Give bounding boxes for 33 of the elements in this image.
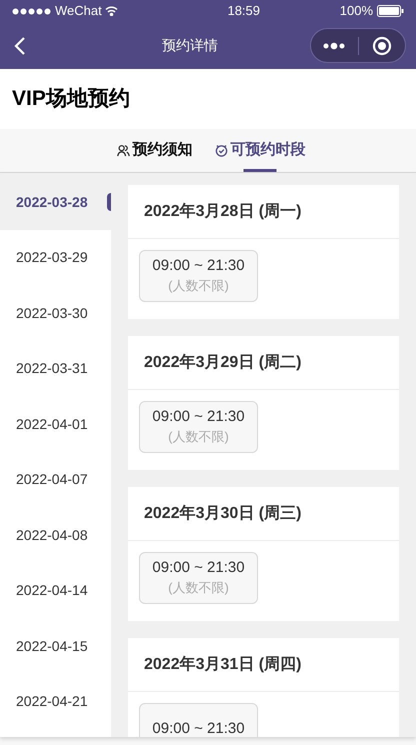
day-heading: 2022年3月30日 (周三) <box>144 504 302 524</box>
signal-icon <box>12 8 52 14</box>
date-item[interactable]: 2022-03-31 <box>0 341 111 396</box>
time-slot[interactable]: 09:00 ~ 21:30 (人数不限) <box>139 552 258 604</box>
tab[interactable]: 可预约时段 <box>214 129 306 172</box>
tab[interactable]: 预约须知 <box>116 129 192 172</box>
clock-time: 18:59 <box>227 2 260 20</box>
carrier-name: WeChat <box>55 2 102 20</box>
time-slot[interactable]: 09:00 ~ 21:30 (人数不限) <box>139 250 258 302</box>
page-title: VIP场地预约 <box>12 86 130 112</box>
date-item[interactable]: 2022-03-28 <box>0 173 111 230</box>
day-heading: 2022年3月29日 (周二) <box>144 352 302 372</box>
day-heading: 2022年3月28日 (周一) <box>144 202 302 222</box>
target-icon <box>372 36 392 56</box>
battery-percent: 100% <box>340 2 373 20</box>
date-item[interactable]: 2022-03-29 <box>0 230 111 286</box>
date-item[interactable]: 2022-04-15 <box>0 618 111 674</box>
date-item[interactable]: 2022-04-21 <box>0 674 111 730</box>
clock-icon <box>214 144 228 157</box>
nav-title: 预约详情 <box>162 36 218 55</box>
date-item[interactable]: 2022-04-01 <box>0 396 111 452</box>
more-icon <box>323 42 346 50</box>
time-slot[interactable]: 09:00 ~ 21:30 <box>139 703 258 737</box>
battery-icon <box>377 5 404 17</box>
day-heading: 2022年3月31日 (周四) <box>144 654 302 674</box>
back-icon <box>14 36 26 56</box>
wifi-icon <box>104 6 118 16</box>
date-item[interactable]: 2022-03-30 <box>0 286 111 341</box>
date-item[interactable]: 2022-04-14 <box>0 563 111 618</box>
time-slot[interactable]: 09:00 ~ 21:30 (人数不限) <box>139 401 258 453</box>
date-item[interactable]: 2022-04-07 <box>0 452 111 508</box>
people-icon <box>116 144 130 157</box>
date-item[interactable]: 2022-04-08 <box>0 508 111 563</box>
